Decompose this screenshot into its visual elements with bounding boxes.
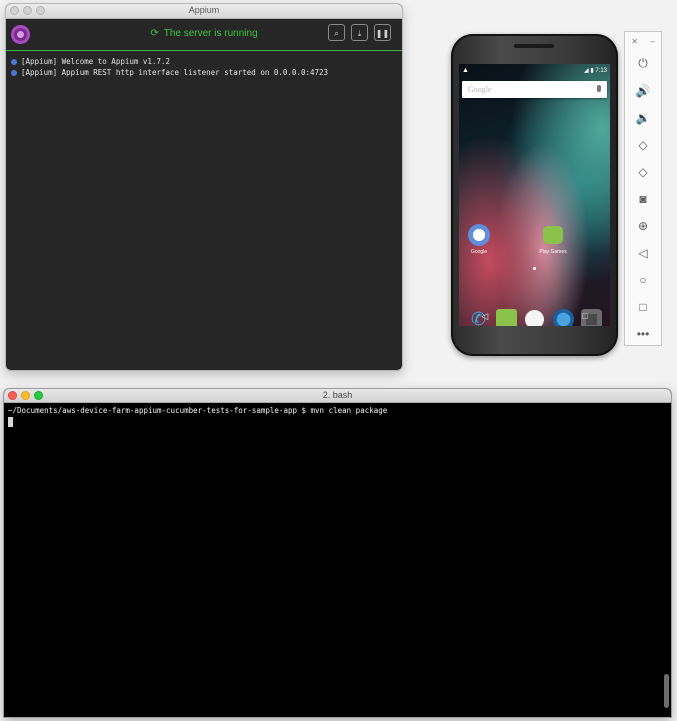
search-placeholder: Google <box>468 85 492 94</box>
terminal-titlebar: 2. bash <box>4 389 671 403</box>
log-line: [Appium] Welcome to Appium v1.7.2 <box>11 56 402 67</box>
search-logs-button[interactable]: ⌕ <box>328 24 345 41</box>
log-text: [Appium] Welcome to Appium v1.7.2 <box>21 57 171 66</box>
screenshot-button[interactable]: ◙ <box>625 185 661 212</box>
appium-titlebar: Appium <box>6 4 402 19</box>
appium-window-title: Appium <box>188 5 220 15</box>
google-search-bar[interactable]: Google <box>462 81 607 98</box>
app-google-folder[interactable]: Google <box>459 224 499 255</box>
app-label: Play Games <box>539 249 567 255</box>
camera-icon: ◙ <box>639 191 647 206</box>
status-time: 7:13 <box>595 68 607 74</box>
power-button[interactable]: ⏻ <box>625 50 661 77</box>
rotate-left-button[interactable]: ◇ <box>625 131 661 158</box>
overview-button[interactable]: □ <box>625 293 661 320</box>
search-icon: ⌕ <box>334 29 339 38</box>
emulator-panel-titlebar: ✕ – <box>625 32 661 50</box>
appium-window: Appium ⟳ The server is running ⌕ ⤓ ❚❚ [Ap… <box>6 4 402 370</box>
volume-up-icon: 🔊 <box>635 83 651 98</box>
log-text: [Appium] Appium REST http interface list… <box>21 68 329 77</box>
minimize-icon[interactable]: – <box>650 37 654 46</box>
zoom-icon: ⊕ <box>637 218 649 233</box>
terminal-cursor <box>8 417 13 427</box>
volume-down-button[interactable]: 🔉 <box>625 104 661 131</box>
appium-toolbar: ⟳ The server is running ⌕ ⤓ ❚❚ <box>6 19 402 51</box>
terminal-scrollbar[interactable] <box>664 674 669 708</box>
zoom-button[interactable]: ⊕ <box>625 212 661 239</box>
rotate-right-button[interactable]: ◇ <box>625 158 661 185</box>
power-icon: ⏻ <box>638 56 648 70</box>
page-indicator <box>533 267 536 270</box>
status-right: ◢ ▮ 7:13 <box>584 67 607 74</box>
home-icon: ○ <box>639 272 647 287</box>
app-label: Google <box>470 249 488 255</box>
battery-icon: ▮ <box>590 68 594 74</box>
google-folder-icon <box>468 224 490 246</box>
download-icon: ⤓ <box>357 29 362 38</box>
info-dot-icon <box>11 58 17 65</box>
home-button[interactable]: ○ <box>625 266 661 293</box>
more-button[interactable]: ••• <box>625 320 661 347</box>
overview-icon: □ <box>639 299 647 314</box>
info-dot-icon <box>11 69 17 76</box>
spinner-icon: ⟳ <box>150 28 159 39</box>
android-emulator: ▲ ◢ ▮ 7:13 Google Google Play Games ✆ ◁ <box>451 34 618 356</box>
download-logs-button[interactable]: ⤓ <box>351 24 368 41</box>
pause-server-button[interactable]: ❚❚ <box>374 24 391 41</box>
more-icon: ••• <box>636 326 650 341</box>
android-nav-bar: ◁ ○ □ <box>459 306 610 326</box>
terminal-window-title: 2. bash <box>322 390 353 400</box>
server-log: [Appium] Welcome to Appium v1.7.2 [Appiu… <box>6 51 402 78</box>
log-line: [Appium] Appium REST http interface list… <box>11 67 402 78</box>
warning-icon: ▲ <box>462 67 469 74</box>
terminal-prompt-line: ~/Documents/aws-device-farm-appium-cucum… <box>8 406 388 415</box>
terminal-output[interactable]: ~/Documents/aws-device-farm-appium-cucum… <box>4 403 671 714</box>
rotate-left-icon: ◇ <box>638 137 648 152</box>
mic-icon[interactable] <box>597 85 601 92</box>
emulator-control-panel: ✕ – ⏻ 🔊 🔉 ◇ ◇ ◙ ⊕ ◁ ○ □ ••• <box>624 31 662 346</box>
server-status-text: The server is running <box>163 28 258 39</box>
back-button[interactable]: ◁ <box>625 239 661 266</box>
android-status-bar: ▲ ◢ ▮ 7:13 <box>459 64 610 78</box>
play-games-icon <box>543 226 563 244</box>
rotate-right-icon: ◇ <box>638 164 648 179</box>
home-icon[interactable]: ○ <box>533 311 538 321</box>
volume-up-button[interactable]: 🔊 <box>625 77 661 104</box>
phone-speaker <box>514 44 554 48</box>
back-icon[interactable]: ◁ <box>481 311 488 322</box>
pause-icon: ❚❚ <box>375 29 390 38</box>
close-icon[interactable]: ✕ <box>631 37 638 46</box>
signal-icon: ◢ <box>584 68 589 74</box>
app-play-games[interactable]: Play Games <box>533 224 573 255</box>
back-icon: ◁ <box>638 245 648 260</box>
emulator-screen[interactable]: ▲ ◢ ▮ 7:13 Google Google Play Games ✆ ◁ <box>459 64 610 326</box>
volume-down-icon: 🔉 <box>635 110 651 125</box>
recents-icon[interactable]: □ <box>582 311 587 321</box>
terminal-window: 2. bash ~/Documents/aws-device-farm-appi… <box>4 389 671 717</box>
